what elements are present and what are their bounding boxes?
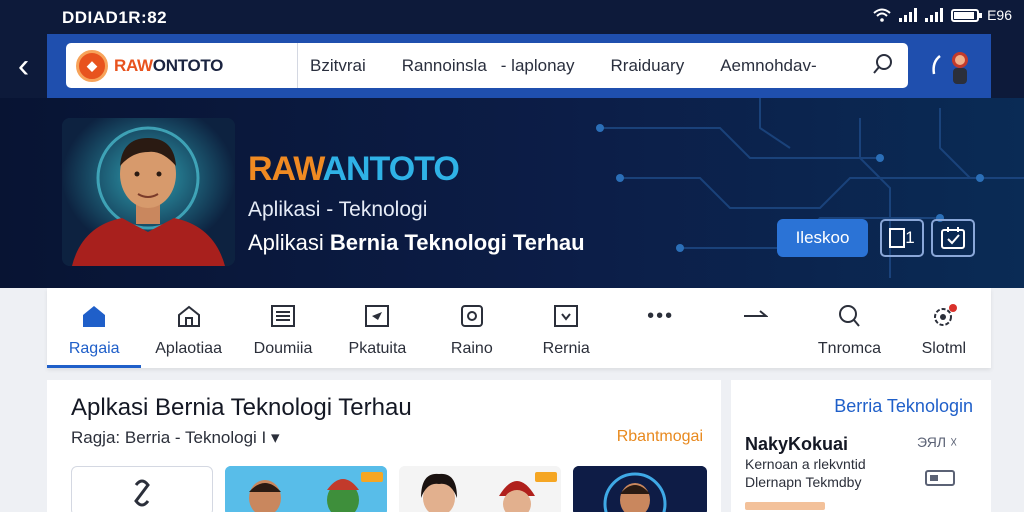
category-tabs: Ragaia Aplaotiaa Doumiia Pkatuita Raino …	[47, 288, 991, 368]
nav-link-1[interactable]: Bzitvrai	[310, 56, 366, 76]
user-avatar[interactable]	[930, 44, 974, 88]
tab-label: Ragaia	[68, 340, 120, 357]
logo-text-b: ONTOTO	[152, 55, 224, 75]
tab-label: Aplaotiaa	[155, 340, 222, 357]
tab-label: Rernia	[542, 340, 590, 357]
home-icon	[80, 302, 108, 330]
hero-primary-button[interactable]: Ileskoo	[777, 219, 868, 257]
side-panel: Berria Teknologin NakyKokuai Kernoan a r…	[731, 380, 991, 512]
brand-part-a: RAW	[248, 150, 323, 188]
side-item-line-2: Dlernapn Tekmdby	[745, 474, 862, 490]
filter-label: Ragja: Berria - Teknologi I	[71, 428, 267, 447]
signal-icon-2	[925, 8, 944, 22]
tab-label: Slotml	[921, 340, 967, 357]
status-time: DDIAD1R:82	[62, 8, 168, 27]
app-card-3[interactable]	[399, 466, 561, 512]
brand-part-b: ANTOTO	[322, 150, 459, 188]
search-icon[interactable]	[872, 53, 894, 75]
battery-label: E96	[987, 7, 1012, 23]
chevron-down-icon: ▾	[271, 428, 280, 447]
calendar-check-icon	[941, 227, 965, 249]
section-see-all-link[interactable]: Rbantmogai	[617, 428, 703, 446]
back-button[interactable]: ‹	[0, 34, 47, 98]
bookmark-icon	[889, 228, 906, 248]
card-2-image	[225, 466, 387, 512]
wifi-icon	[873, 8, 891, 22]
tab-settings[interactable]: Slotml	[897, 288, 991, 368]
app-logo[interactable]: ◆ RAWONTOTO	[66, 43, 298, 88]
battery-icon	[951, 8, 983, 22]
badge-icon	[458, 302, 486, 330]
card-4-image	[573, 466, 707, 512]
hero-subtitle: Aplikasi - Teknologi	[248, 198, 428, 221]
hero-brand: RAWANTOTO	[248, 150, 460, 189]
app-card-2[interactable]	[225, 466, 387, 512]
person-photo	[62, 118, 235, 266]
tab-label: Raino	[450, 340, 493, 357]
search-icon	[835, 302, 863, 330]
nav-edge	[991, 34, 1024, 98]
side-highlight-bar	[745, 502, 825, 510]
side-heading[interactable]: Berria Teknologin	[834, 396, 973, 417]
calendar-button[interactable]	[931, 219, 975, 257]
share-icon[interactable]: ЭЯЛ ☓	[917, 434, 957, 451]
arrow-icon	[741, 302, 769, 330]
section-filter[interactable]: Ragja: Berria - Teknologi I ▾	[71, 428, 280, 448]
app-card-4[interactable]	[573, 466, 707, 512]
link-icon	[134, 479, 150, 507]
tab-applications[interactable]: Aplaotiaa	[141, 288, 235, 368]
app-card-1[interactable]	[71, 466, 213, 512]
tab-documents[interactable]: Doumiia	[236, 288, 330, 368]
tab-products[interactable]: Pkatuita	[330, 288, 424, 368]
tab-label: Tnromca	[817, 340, 882, 357]
tagline-part-a: Aplikasi	[248, 230, 330, 255]
tab-home[interactable]: Ragaia	[47, 288, 142, 368]
battery-card-icon	[925, 470, 955, 486]
tab-search[interactable]: Tnromca	[802, 288, 896, 368]
logo-icon: ◆	[76, 49, 108, 82]
circuit-pattern	[596, 98, 1024, 278]
card-3-image	[399, 466, 561, 512]
tab-raino[interactable]: Raino	[425, 288, 519, 368]
nav-link-4[interactable]: Rraiduary	[611, 56, 685, 76]
send-box-icon	[363, 302, 391, 330]
download-box-icon	[552, 302, 580, 330]
hero-banner: RAWANTOTO Aplikasi - Teknologi Aplikasi …	[0, 98, 1024, 288]
chevron-left-icon: ‹	[17, 46, 30, 85]
side-item-title[interactable]: NakyKokuai	[745, 434, 848, 455]
section-title: Aplkasi Bernia Teknologi Terhau	[71, 394, 412, 421]
status-bar: DDIAD1R:82 E96	[0, 0, 1024, 34]
nav-bar: ◆ RAWONTOTO Bzitvrai Rannoinsla - laplon…	[66, 43, 908, 88]
house-outline-icon	[175, 302, 203, 330]
tab-more[interactable]: •••	[613, 288, 707, 368]
nav-link-2[interactable]: Rannoinsla	[402, 56, 487, 76]
settings-notification-icon	[930, 302, 958, 330]
logo-text-a: RAW	[114, 55, 153, 75]
bookmark-count: 1	[905, 228, 915, 247]
status-icons: E96	[873, 7, 1012, 23]
tab-arrow[interactable]	[708, 288, 802, 368]
side-item-line-1: Kernoan a rlekvntid	[745, 456, 866, 472]
nav-link-3[interactable]: - laplonay	[501, 56, 575, 76]
bookmark-count-button[interactable]: 1	[880, 219, 924, 257]
hero-tagline: Aplikasi Bernia Teknologi Terhau	[248, 230, 585, 256]
tagline-part-b: Bernia Teknologi Terhau	[329, 230, 585, 255]
tab-label: Doumiia	[253, 340, 313, 357]
tab-news[interactable]: Rernia	[519, 288, 613, 368]
nav-links: Bzitvrai Rannoinsla - laplonay Rraiduary…	[298, 56, 908, 76]
more-icon: •••	[647, 304, 675, 327]
featured-section: Aplkasi Bernia Teknologi Terhau Ragja: B…	[47, 380, 721, 512]
document-icon	[269, 302, 297, 330]
profile-image	[62, 118, 235, 266]
nav-link-5[interactable]: Aemnohdav-	[720, 56, 816, 76]
tab-label: Pkatuita	[348, 340, 407, 357]
signal-icon	[899, 8, 918, 22]
